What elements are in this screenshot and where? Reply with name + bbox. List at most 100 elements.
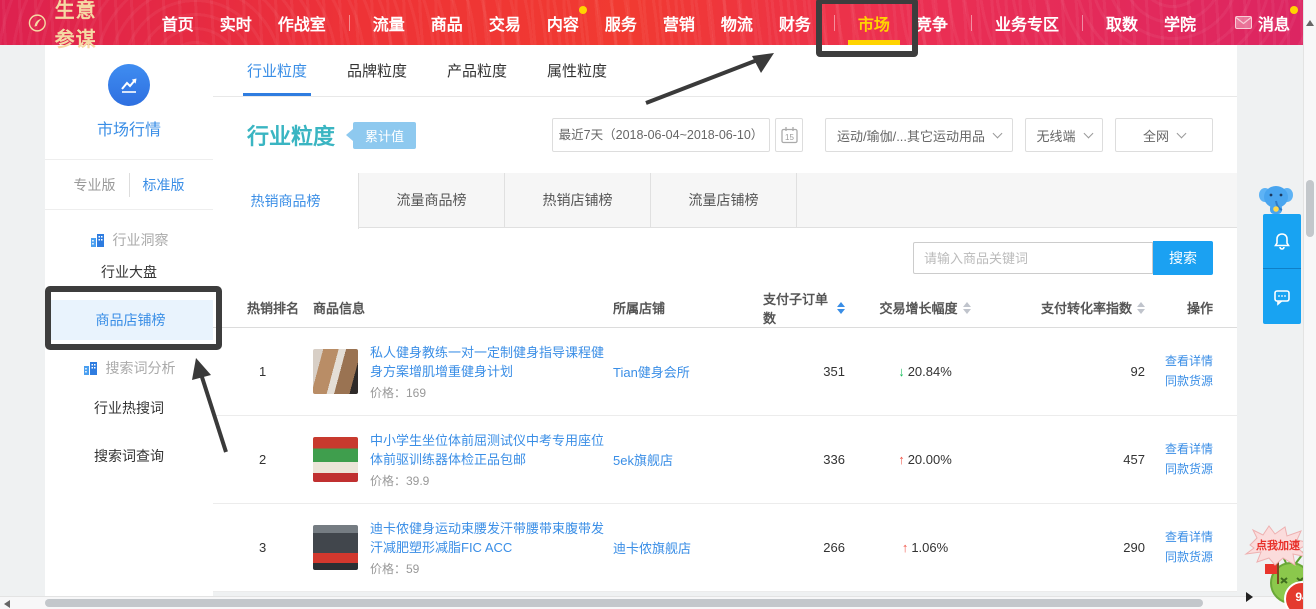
nav-data-extract[interactable]: 取数 <box>1106 11 1138 35</box>
logo-icon <box>28 10 47 36</box>
same-goods-source-link[interactable]: 同款货源 <box>1165 373 1213 390</box>
nav-market[interactable]: 市场 <box>858 11 890 35</box>
nav-traffic[interactable]: 流量 <box>373 11 405 35</box>
scope-dropdown[interactable]: 全网 <box>1115 118 1213 152</box>
rank-value: 1 <box>247 364 313 379</box>
bell-icon <box>1272 231 1292 251</box>
category-dropdown[interactable]: 运动/瑜伽/...其它运动用品 <box>825 118 1013 152</box>
version-switcher: 专业版 标准版 <box>45 160 213 210</box>
product-image[interactable] <box>313 525 358 570</box>
app-logo[interactable]: 生意参谋 <box>28 0 115 52</box>
nav-war-room[interactable]: 作战室 <box>278 11 326 35</box>
same-goods-source-link[interactable]: 同款货源 <box>1165 549 1213 566</box>
view-details-link[interactable]: 查看详情 <box>1165 529 1213 546</box>
nav-academy[interactable]: 学院 <box>1164 11 1196 35</box>
col-growth-sortable[interactable]: 交易增长幅度 <box>845 298 1005 317</box>
col-ops: 操作 <box>1145 298 1213 317</box>
nav-goods[interactable]: 商品 <box>431 11 463 35</box>
search-input[interactable] <box>913 242 1153 274</box>
col-product: 商品信息 <box>313 298 613 317</box>
nav-divider <box>1082 15 1083 31</box>
sidebar-item-product-shop-rank[interactable]: 商品店铺榜 <box>45 300 213 340</box>
sort-icon[interactable] <box>1137 302 1145 314</box>
tab-hot-product-rank[interactable]: 热销商品榜 <box>213 173 359 229</box>
conversion-value: 290 <box>1005 540 1145 555</box>
nav-divider <box>834 15 835 31</box>
tab-traffic-shop-rank[interactable]: 流量店铺榜 <box>651 173 797 227</box>
tab-product-granularity[interactable]: 产品粒度 <box>447 45 507 96</box>
col-conversion-sortable[interactable]: 支付转化率指数 <box>1005 298 1145 317</box>
view-details-link[interactable]: 查看详情 <box>1165 353 1213 370</box>
horizontal-scroll-thumb[interactable] <box>45 599 1203 607</box>
orders-value: 266 <box>763 540 845 555</box>
product-image[interactable] <box>313 349 358 394</box>
col-orders-sortable[interactable]: 支付子订单数 <box>763 289 845 327</box>
sidebar-item-industry-dashboard[interactable]: 行业大盘 <box>45 252 213 292</box>
sidebar-title: 市场行情 <box>97 116 161 140</box>
speedup-bubble[interactable]: 点我加速 <box>1244 524 1312 566</box>
tab-standard-version[interactable]: 标准版 <box>130 173 198 197</box>
nav-divider <box>971 15 972 31</box>
nav-competition[interactable]: 竞争 <box>916 11 948 35</box>
product-price: 价格：169 <box>370 384 610 401</box>
product-image[interactable] <box>313 437 358 482</box>
product-price: 价格：59 <box>370 560 610 577</box>
chevron-down-icon <box>1083 128 1093 138</box>
notifications-button[interactable] <box>1263 214 1301 269</box>
tab-hot-shop-rank[interactable]: 热销店铺榜 <box>505 173 651 227</box>
feedback-button[interactable] <box>1263 269 1301 324</box>
scroll-up-arrow[interactable] <box>1306 20 1314 26</box>
tab-industry-granularity[interactable]: 行业粒度 <box>247 45 307 96</box>
nav-business-zone[interactable]: 业务专区 <box>995 11 1059 35</box>
vertical-scroll-thumb[interactable] <box>1306 180 1314 237</box>
nav-home[interactable]: 首页 <box>162 11 194 35</box>
calendar-button[interactable]: 15 <box>775 118 803 152</box>
sort-icon[interactable] <box>837 302 845 314</box>
nav-finance[interactable]: 财务 <box>779 11 811 35</box>
tab-pro-version[interactable]: 专业版 <box>61 173 130 197</box>
tab-attribute-granularity[interactable]: 属性粒度 <box>547 45 607 96</box>
sidebar-item-hot-search-words[interactable]: 行业热搜词 <box>45 388 213 428</box>
terminal-dropdown[interactable]: 无线端 <box>1025 118 1103 152</box>
conversion-value: 92 <box>1005 364 1145 379</box>
shop-link[interactable]: 5ek旗舰店 <box>613 453 673 468</box>
top-navigation: 生意参谋 首页 实时 作战室 流量 商品 交易 内容 服务 营销 物流 财务 市… <box>0 0 1303 45</box>
product-title-link[interactable]: 中小学生坐位体前屈测试仪中考专用座位体前驱训练器体检正品包邮 <box>370 431 610 469</box>
sidebar-group-industry-insight[interactable]: 行业洞察 <box>45 228 213 252</box>
sort-icon[interactable] <box>963 302 971 314</box>
nav-service[interactable]: 服务 <box>605 11 637 35</box>
shop-link[interactable]: Tian健身会所 <box>613 365 690 380</box>
chevron-down-icon <box>1177 128 1187 138</box>
nav-messages[interactable]: 消息 <box>1235 11 1290 35</box>
nav-logistics[interactable]: 物流 <box>721 11 753 35</box>
shop-link[interactable]: 迪卡侬旗舰店 <box>613 541 691 556</box>
product-price: 价格：39.9 <box>370 472 610 489</box>
same-goods-source-link[interactable]: 同款货源 <box>1165 461 1213 478</box>
tab-traffic-product-rank[interactable]: 流量商品榜 <box>359 173 505 227</box>
filter-bar: 最近7天（2018-06-04~2018-06-10） 15 运动/瑜伽/...… <box>552 118 1213 152</box>
nav-content[interactable]: 内容 <box>547 11 579 35</box>
rank-tabs: 热销商品榜 流量商品榜 热销店铺榜 流量店铺榜 <box>213 173 1237 228</box>
envelope-icon <box>1235 16 1252 29</box>
search-button[interactable]: 搜索 <box>1153 241 1213 275</box>
sidebar-header: 市场行情 <box>45 45 213 160</box>
svg-text:15: 15 <box>785 133 794 142</box>
product-title-link[interactable]: 迪卡侬健身运动束腰发汗带腰带束腹带发汗减肥塑形减脂FIC ACC <box>370 519 610 557</box>
scroll-left-arrow[interactable] <box>4 600 10 608</box>
nav-marketing[interactable]: 营销 <box>663 11 695 35</box>
view-details-link[interactable]: 查看详情 <box>1165 441 1213 458</box>
sidebar-group-search-words[interactable]: 搜索词分析 <box>45 356 213 380</box>
horizontal-scrollbar <box>0 596 1316 609</box>
sidebar-item-search-word-query[interactable]: 搜索词查询 <box>45 436 213 476</box>
growth-value: ↓ 20.84% <box>845 364 1005 379</box>
nav-trade[interactable]: 交易 <box>489 11 521 35</box>
date-range-picker[interactable]: 最近7天（2018-06-04~2018-06-10） <box>552 118 770 152</box>
logo-text: 生意参谋 <box>55 0 115 52</box>
growth-arrow: ↓ <box>898 364 905 379</box>
notification-dot <box>579 6 587 14</box>
nav-realtime[interactable]: 实时 <box>220 11 252 35</box>
building-icon <box>83 361 98 375</box>
collapse-arrow-icon[interactable] <box>1246 592 1253 602</box>
tab-brand-granularity[interactable]: 品牌粒度 <box>347 45 407 96</box>
product-title-link[interactable]: 私人健身教练一对一定制健身指导课程健身方案增肌增重健身计划 <box>370 343 610 381</box>
